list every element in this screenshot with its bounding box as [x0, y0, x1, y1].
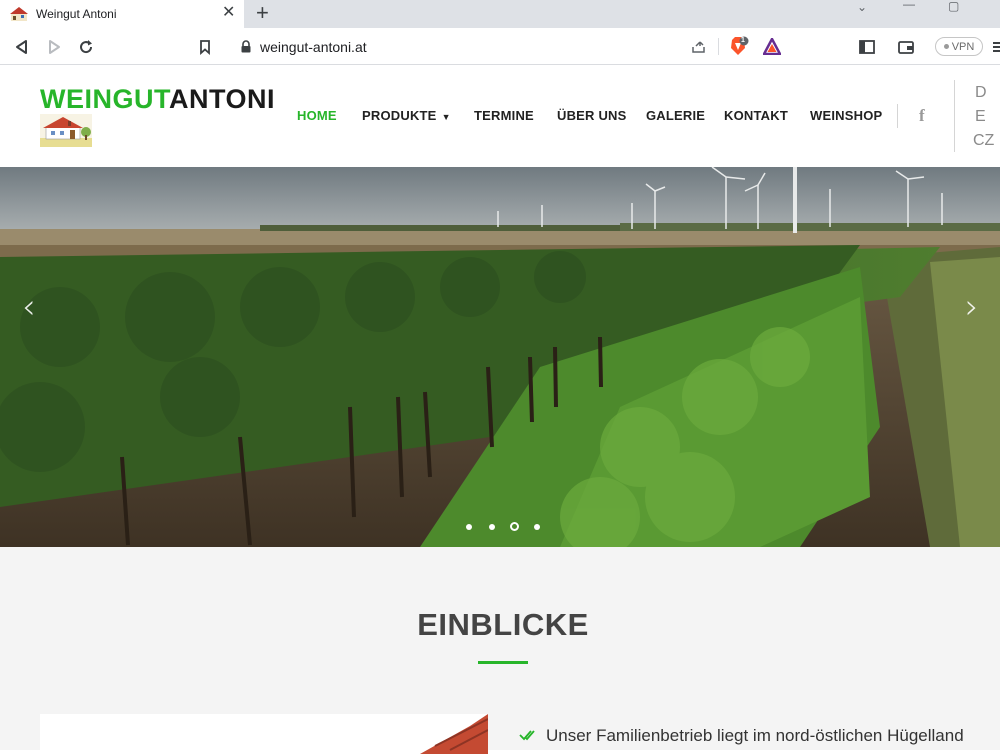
site-logo[interactable]: WEINGUTANTONI: [40, 84, 275, 115]
brave-rewards-icon[interactable]: [763, 38, 781, 55]
vineyard-photo: [0, 167, 1000, 547]
wallet-icon[interactable]: [897, 38, 915, 56]
nav-home[interactable]: HOME: [297, 108, 337, 123]
slider-dot[interactable]: [534, 524, 540, 530]
slider-prev-icon[interactable]: ‹: [22, 287, 36, 327]
einblicke-section: EINBLICKE Unser Familienbetrieb liegt im…: [0, 547, 1000, 754]
language-de[interactable]: D: [975, 84, 987, 102]
browser-tab[interactable]: Weingut Antoni ✕: [0, 0, 244, 28]
site-header: WEINGUTANTONI HOME PRODUKTE ▼ TERMINE ÜBE…: [0, 66, 1000, 167]
nav-weinshop[interactable]: WEINSHOP: [810, 108, 882, 123]
slider-dot[interactable]: [466, 524, 472, 530]
language-cz[interactable]: CZ: [973, 132, 994, 150]
vpn-status-dot: [943, 44, 949, 49]
language-divider: [954, 80, 955, 152]
browser-tab-bar: Weingut Antoni ✕ + ⌄ — ▢: [0, 0, 1000, 28]
site-favicon-icon: [10, 7, 28, 21]
brave-shield-icon[interactable]: [729, 36, 749, 57]
shield-badge-count: 1: [741, 37, 745, 44]
menu-icon[interactable]: [992, 38, 1000, 56]
maximize-icon[interactable]: ▢: [948, 0, 959, 13]
nav-divider: [897, 104, 898, 128]
vpn-label: VPN: [951, 40, 975, 53]
nav-kontakt[interactable]: KONTAKT: [724, 108, 788, 123]
browser-toolbar: weingut-antoni.at 1 VPN: [0, 28, 1000, 65]
hero-slider: ‹ ›: [0, 167, 1000, 547]
double-check-icon: [519, 730, 535, 741]
forward-icon[interactable]: [45, 38, 63, 56]
facebook-icon[interactable]: f: [919, 106, 925, 126]
minimize-icon[interactable]: —: [903, 0, 915, 11]
tab-close-icon[interactable]: ✕: [222, 4, 235, 22]
slider-next-icon[interactable]: ›: [965, 287, 979, 327]
share-icon[interactable]: [690, 38, 707, 55]
sidebar-icon[interactable]: [858, 38, 876, 56]
slider-dot[interactable]: [489, 524, 495, 530]
logo-text-antoni: ANTONI: [168, 84, 275, 114]
nav-ueber-uns[interactable]: ÜBER UNS: [557, 108, 627, 123]
title-underline: [478, 661, 528, 664]
vpn-button[interactable]: VPN: [935, 37, 983, 56]
chevron-down-icon: ▼: [441, 112, 451, 122]
nav-produkte-label: PRODUKTE: [362, 108, 437, 123]
section-title: EINBLICKE: [417, 607, 589, 642]
new-tab-icon[interactable]: +: [256, 2, 269, 24]
address-bar[interactable]: weingut-antoni.at 1: [230, 33, 788, 60]
url-text: weingut-antoni.at: [260, 39, 367, 55]
language-en[interactable]: E: [975, 108, 986, 126]
nav-termine[interactable]: TERMINE: [474, 108, 534, 123]
tab-search-icon[interactable]: ⌄: [857, 0, 867, 14]
logo-house-image[interactable]: [40, 114, 92, 147]
section-photo: [40, 714, 488, 754]
nav-produkte[interactable]: PRODUKTE ▼: [362, 108, 451, 123]
lock-icon: [241, 40, 251, 53]
section-intro-text: Unser Familienbetrieb liegt im nord-östl…: [546, 726, 964, 745]
slider-dot-active[interactable]: [510, 522, 519, 531]
nav-galerie[interactable]: GALERIE: [646, 108, 705, 123]
omnibox-divider: [718, 38, 719, 55]
house-roof-image: [40, 714, 488, 754]
back-icon[interactable]: [13, 38, 31, 56]
tab-title: Weingut Antoni: [36, 7, 117, 21]
logo-text-weingut: WEINGUT: [40, 84, 169, 114]
bookmark-icon[interactable]: [196, 38, 214, 56]
reload-icon[interactable]: [77, 38, 95, 56]
